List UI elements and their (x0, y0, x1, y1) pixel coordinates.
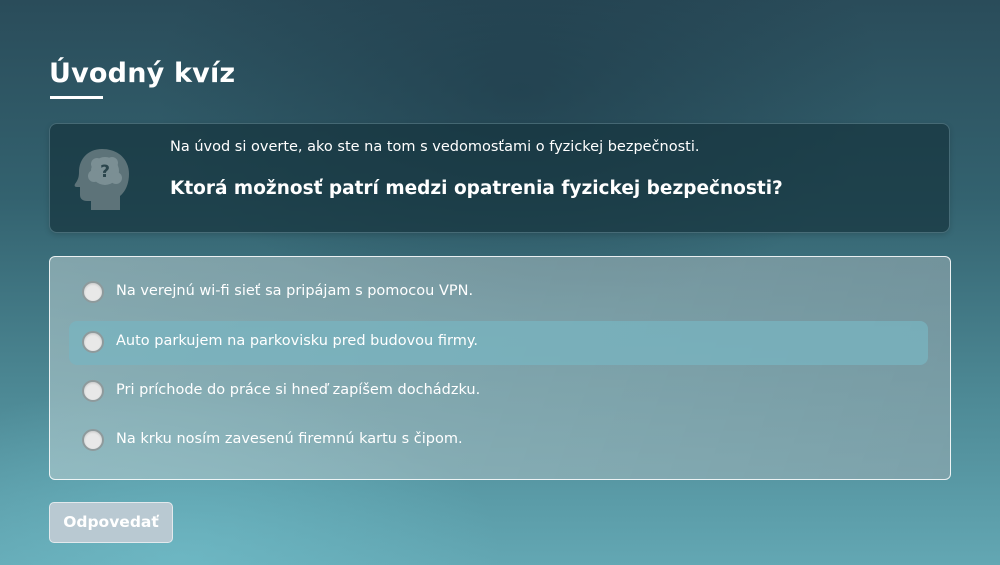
title-underline (50, 96, 103, 99)
radio-button[interactable] (82, 281, 104, 303)
radio-button[interactable] (82, 380, 104, 402)
option-parking[interactable]: Auto parkujem na parkovisku pred budovou… (69, 321, 928, 365)
option-label: Na krku nosím zavesenú firemnú kartu s č… (116, 431, 463, 447)
question-text: Ktorá možnosť patrí medzi opatrenia fyzi… (170, 178, 783, 199)
option-label: Pri príchode do práce si hneď zapíšem do… (116, 382, 481, 398)
radio-button[interactable] (82, 331, 104, 353)
answer-options-panel: Na verejnú wi-fi sieť sa pripájam s pomo… (49, 256, 951, 480)
option-vpn[interactable]: Na verejnú wi-fi sieť sa pripájam s pomo… (69, 271, 928, 315)
quiz-intro-text: Na úvod si overte, ako ste na tom s vedo… (170, 139, 700, 155)
option-label: Auto parkujem na parkovisku pred budovou… (116, 333, 478, 349)
submit-answer-button[interactable]: Odpovedať (49, 502, 173, 543)
question-card: ? Na úvod si overte, ako ste na tom s ve… (49, 123, 950, 233)
option-attendance[interactable]: Pri príchode do práce si hneď zapíšem do… (69, 370, 928, 414)
svg-text:?: ? (100, 162, 110, 182)
option-id-card[interactable]: Na krku nosím zavesenú firemnú kartu s č… (69, 419, 928, 463)
radio-button[interactable] (82, 429, 104, 451)
page-title: Úvodný kvíz (49, 58, 236, 89)
head-question-icon: ? (74, 149, 129, 210)
option-label: Na verejnú wi-fi sieť sa pripájam s pomo… (116, 283, 474, 299)
